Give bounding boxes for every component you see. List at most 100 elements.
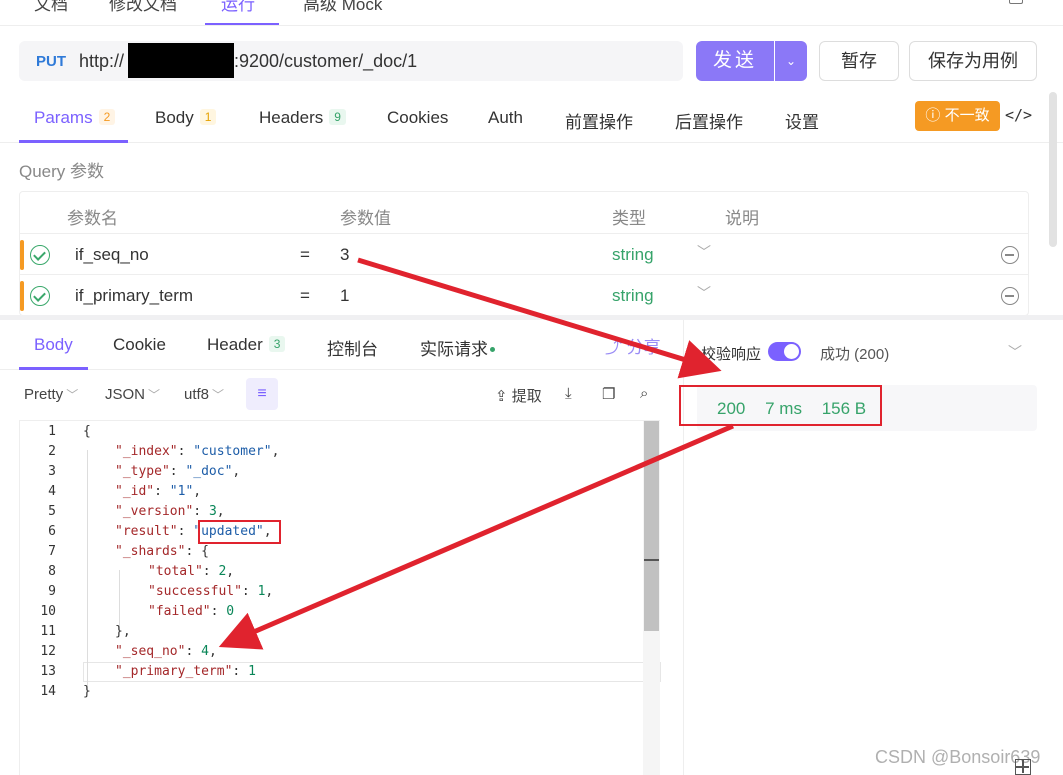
save-as-case-button[interactable]: 保存为用例 — [909, 41, 1037, 81]
indent-guide — [119, 570, 120, 630]
response-body-editor[interactable]: 1 { 2 "_index": "customer", 3 "_type": "… — [19, 420, 661, 775]
tab-docs[interactable]: 文档 — [34, 0, 68, 15]
line-number: 13 — [40, 664, 56, 679]
check-circle-icon[interactable] — [30, 245, 50, 265]
param-name[interactable]: if_seq_no — [75, 245, 149, 265]
extract-button[interactable]: ⇪ 提取 — [495, 385, 542, 406]
tab-run[interactable]: 运行 — [221, 0, 255, 15]
warning-icon: ⓘ — [925, 107, 945, 124]
line-number: 4 — [48, 484, 56, 499]
query-param-table: 参数名 参数值 类型 说明 if_seq_no = 3 string ﹀ if_… — [19, 191, 1029, 316]
annotation-box-result — [198, 520, 281, 544]
code-line: "successful": 1, — [148, 584, 274, 599]
tab-auth[interactable]: Auth — [488, 108, 523, 128]
tab-settings[interactable]: 设置 — [785, 108, 819, 133]
send-dropdown-button[interactable]: ⌄ — [775, 41, 807, 81]
editor-scrollbar-thumb[interactable] — [644, 421, 659, 631]
validate-response-label: 校验响应 — [701, 346, 762, 363]
header-type: 类型 — [612, 209, 646, 228]
format-select[interactable]: JSON ﹀ — [105, 386, 160, 403]
line-number: 6 — [48, 524, 56, 539]
stash-button[interactable]: 暂存 — [819, 41, 899, 81]
share-link[interactable]: ⤴ 分享 — [605, 333, 661, 358]
chevron-down-icon[interactable]: ﹀ — [697, 242, 711, 262]
grid-icon[interactable] — [1015, 759, 1031, 775]
send-button[interactable]: 发送 — [696, 41, 774, 81]
check-circle-icon[interactable] — [30, 286, 50, 306]
validate-toggle[interactable] — [768, 342, 801, 361]
tab-resp-header[interactable]: Header 3 — [207, 335, 286, 355]
tab-console[interactable]: 控制台 — [327, 335, 378, 360]
top-tab-bar: 文档 修改文档 运行 高级 Mock — [0, 0, 1063, 26]
panel-icon[interactable] — [1009, 0, 1023, 4]
scroll-marker — [644, 559, 659, 561]
status-dot — [490, 347, 495, 352]
line-number: 14 — [40, 684, 56, 699]
remove-circle-icon[interactable] — [1001, 287, 1019, 305]
tab-advanced-mock[interactable]: 高级 Mock — [303, 0, 382, 15]
url-bar[interactable]: PUT http:// :9200/customer/_doc/1 — [19, 41, 683, 81]
line-number: 5 — [48, 504, 56, 519]
line-number: 11 — [40, 624, 56, 639]
line-number: 1 — [48, 424, 56, 439]
vertical-scrollbar[interactable] — [1049, 92, 1057, 247]
body-count-badge: 1 — [199, 109, 217, 125]
code-line: "_seq_no": 4, — [115, 644, 217, 659]
tab-pre-ops[interactable]: 前置操作 — [565, 108, 633, 133]
table-row: if_primary_term = 1 string ﹀ — [20, 274, 1028, 315]
remove-circle-icon[interactable] — [1001, 246, 1019, 264]
line-number: 12 — [40, 644, 56, 659]
code-line: "_id": "1", — [115, 484, 202, 499]
tab-body[interactable]: Body 1 — [155, 108, 217, 128]
params-count-badge: 2 — [98, 109, 116, 125]
extract-icon: ⇪ — [495, 388, 512, 405]
tab-resp-cookie[interactable]: Cookie — [113, 335, 166, 355]
param-type[interactable]: string — [612, 245, 654, 265]
header-name: 参数名 — [67, 209, 118, 228]
encoding-select[interactable]: utf8 ﹀ — [184, 386, 224, 403]
tab-edit-doc[interactable]: 修改文档 — [109, 0, 177, 15]
code-line: }, — [115, 624, 131, 639]
resp-header-count-badge: 3 — [268, 336, 286, 352]
tab-params[interactable]: Params 2 — [34, 108, 116, 128]
tab-resp-body[interactable]: Body — [34, 335, 73, 355]
active-tab-indicator — [19, 367, 88, 370]
word-wrap-icon[interactable]: ≡ — [246, 378, 278, 410]
chevron-down-icon: ﹀ — [212, 388, 225, 402]
param-type[interactable]: string — [612, 286, 654, 306]
tab-actual-request[interactable]: 实际请求 — [420, 335, 495, 360]
chevron-down-icon[interactable]: ﹀ — [697, 283, 711, 303]
param-eq: = — [300, 245, 310, 264]
chevron-down-icon[interactable]: ﹀ — [1008, 342, 1022, 362]
line-number: 3 — [48, 464, 56, 479]
active-tab-indicator — [205, 23, 279, 25]
line-number: 7 — [48, 544, 56, 559]
copy-icon[interactable]: ❐ — [602, 385, 615, 403]
code-icon[interactable]: </> — [1005, 106, 1032, 124]
validate-result: 成功 (200) — [820, 346, 890, 363]
redacted-host — [128, 43, 234, 78]
param-name[interactable]: if_primary_term — [75, 286, 193, 306]
table-row: if_seq_no = 3 string ﹀ — [20, 233, 1028, 274]
tab-cookies[interactable]: Cookies — [387, 108, 448, 128]
inconsistent-badge[interactable]: ⓘ 不一致 — [915, 101, 1000, 131]
code-line: { — [83, 424, 91, 439]
row-changed-marker — [20, 281, 24, 311]
annotation-box-status — [679, 385, 882, 426]
download-icon[interactable]: ⤓ — [565, 385, 572, 402]
param-value[interactable]: 1 — [340, 286, 349, 306]
active-tab-indicator — [19, 140, 128, 143]
pretty-select[interactable]: Pretty ﹀ — [24, 386, 78, 403]
param-eq: = — [300, 286, 310, 305]
url-prefix: http:// — [79, 51, 125, 71]
http-method[interactable]: PUT — [36, 53, 66, 70]
code-line: "failed": 0 — [148, 604, 235, 619]
line-number: 2 — [48, 444, 56, 459]
param-value[interactable]: 3 — [340, 245, 349, 265]
tab-headers[interactable]: Headers 9 — [259, 108, 346, 128]
tab-post-ops[interactable]: 后置操作 — [675, 108, 743, 133]
code-line: "_type": "_doc", — [115, 464, 241, 479]
share-icon: ⤴ — [605, 338, 627, 357]
search-icon[interactable]: ⌕ — [640, 385, 648, 402]
code-line: } — [83, 684, 91, 699]
